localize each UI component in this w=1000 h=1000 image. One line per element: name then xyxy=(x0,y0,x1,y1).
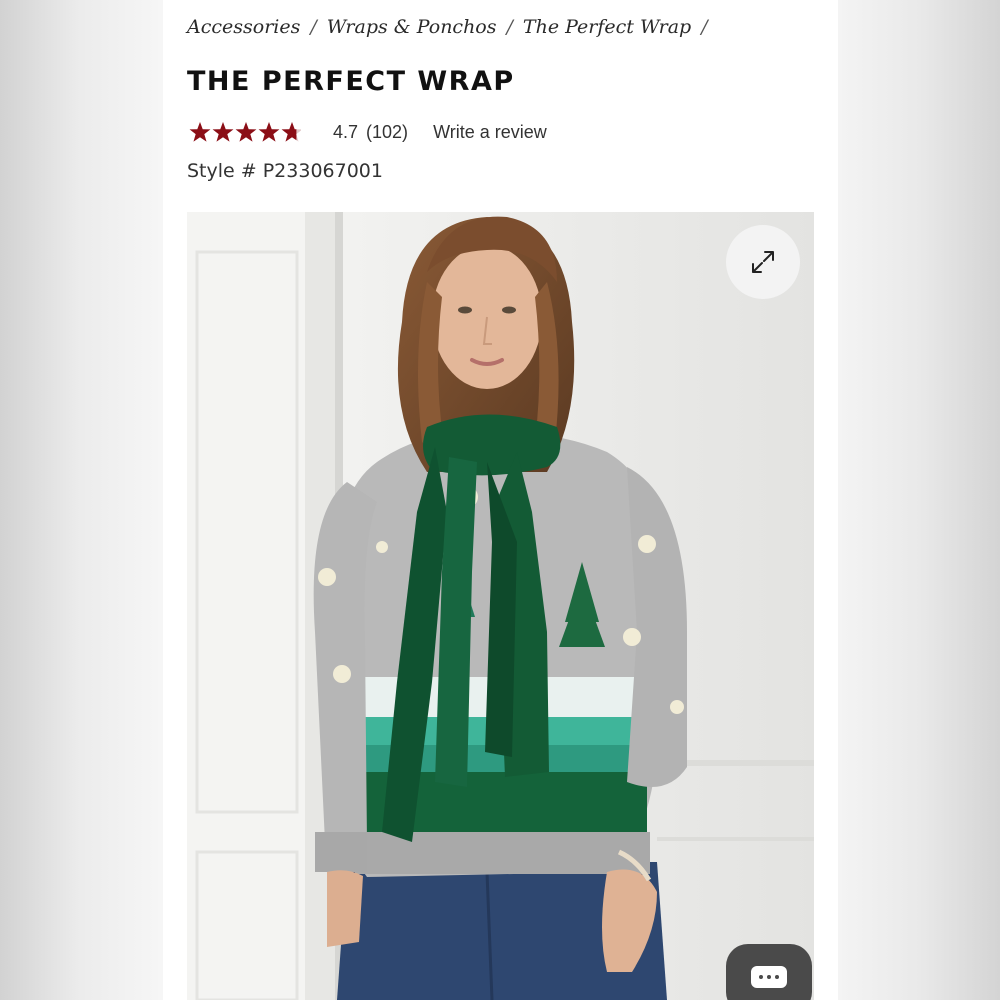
breadcrumb-separator: / xyxy=(701,16,708,38)
write-review-link[interactable]: Write a review xyxy=(433,122,547,143)
rating-value: 4.7 xyxy=(333,121,359,142)
chat-button[interactable] xyxy=(726,944,812,1000)
breadcrumb-the-perfect-wrap[interactable]: The Perfect Wrap xyxy=(523,16,691,38)
breadcrumb: Accessories / Wraps & Ponchos / The Perfect … xyxy=(187,16,718,38)
product-page: Accessories / Wraps & Ponchos / The Perfect … xyxy=(163,0,838,1000)
rating-stars-icon[interactable] xyxy=(189,120,301,144)
expand-arrows-icon xyxy=(752,251,774,273)
breadcrumb-separator: / xyxy=(506,16,513,38)
style-number: Style # P233067001 xyxy=(187,160,383,182)
breadcrumb-wraps-ponchos[interactable]: Wraps & Ponchos xyxy=(327,16,497,38)
model-photo xyxy=(187,212,814,1000)
rating-count[interactable]: (102) xyxy=(366,122,408,143)
expand-image-button[interactable] xyxy=(726,225,800,299)
breadcrumb-accessories[interactable]: Accessories xyxy=(187,16,300,38)
chat-icon xyxy=(751,966,787,988)
rating-row: 4.7 (102) Write a review xyxy=(189,119,547,145)
product-title: THE PERFECT WRAP xyxy=(187,66,515,97)
product-image[interactable] xyxy=(187,212,814,1000)
stars-filled xyxy=(189,122,297,142)
breadcrumb-separator: / xyxy=(310,16,317,38)
